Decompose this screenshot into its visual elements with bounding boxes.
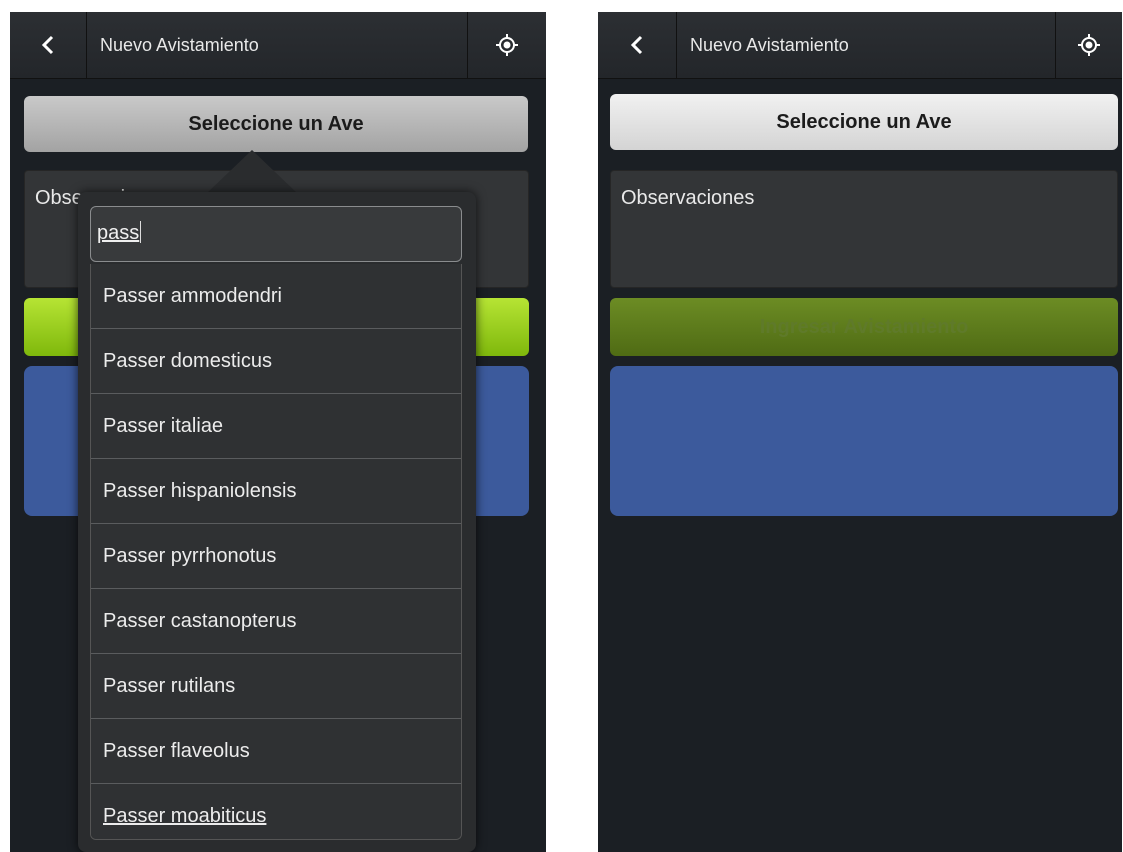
back-button[interactable] [598,12,677,78]
list-item[interactable]: Passer pyrrhonotus [91,524,461,589]
observations-field[interactable]: Observaciones [610,170,1118,288]
bird-search-input[interactable]: pass [90,206,462,262]
left-screen: Nuevo Avistamiento Seleccione un Ave Obs… [10,12,546,852]
info-panel [610,366,1118,516]
list-item[interactable]: Passer castanopterus [91,589,461,654]
screen-title: Nuevo Avistamiento [100,35,259,55]
back-button[interactable] [10,12,87,78]
search-results-list[interactable]: Passer ammodendri Passer domesticus Pass… [90,264,462,840]
action-bar: Nuevo Avistamiento [10,12,546,79]
select-bird-button[interactable]: Seleccione un Ave [24,96,528,152]
submit-sighting-button[interactable]: Ingresar Avistamiento [610,298,1118,356]
list-item[interactable]: Passer flaveolus [91,719,461,784]
location-button[interactable] [467,12,546,78]
location-button[interactable] [1055,12,1122,78]
list-item[interactable]: Passer moabiticus [91,784,461,839]
text-cursor [140,221,142,243]
select-bird-button[interactable]: Seleccione un Ave [610,94,1118,150]
list-item[interactable]: Passer italiae [91,394,461,459]
screen-title: Nuevo Avistamiento [690,35,849,55]
list-item[interactable]: Passer hispaniolensis [91,459,461,524]
list-item[interactable]: Passer domesticus [91,329,461,394]
search-value: pass [97,222,140,244]
action-bar: Nuevo Avistamiento [598,12,1122,79]
bird-search-popup: pass Passer ammodendri Passer domesticus… [78,192,476,852]
chevron-left-icon [630,35,643,55]
popup-pointer [206,150,298,194]
right-screen: Nuevo Avistamiento Seleccione un Ave Obs… [598,12,1122,852]
chevron-left-icon [41,35,54,55]
observations-label: Observaciones [621,187,755,209]
gps-target-icon [496,34,518,56]
list-item[interactable]: Passer ammodendri [91,264,461,329]
list-item[interactable]: Passer rutilans [91,654,461,719]
gps-target-icon [1078,34,1100,56]
